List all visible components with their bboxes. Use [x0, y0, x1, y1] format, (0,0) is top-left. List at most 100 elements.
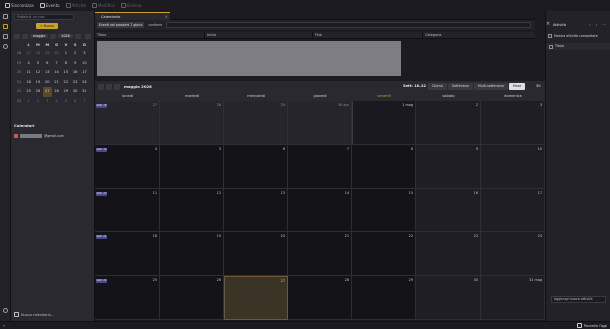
mini-day[interactable]: 27: [24, 49, 33, 59]
mini-day[interactable]: 3: [43, 97, 52, 107]
day-cell[interactable]: 23: [416, 232, 481, 277]
mini-day[interactable]: 30: [52, 49, 61, 59]
mini-day[interactable]: 19: [33, 78, 42, 88]
day-cell[interactable]: 31 mag: [481, 276, 545, 320]
toolbar-sincronizza-button[interactable]: Sincronizza: [5, 3, 34, 8]
day-cell[interactable]: 22: [352, 232, 416, 277]
day-cell[interactable]: 14: [288, 188, 352, 233]
day-cell[interactable]: 20: [224, 232, 288, 277]
mini-day[interactable]: 13: [43, 68, 52, 78]
mini-day[interactable]: 29: [61, 87, 70, 97]
day-cell[interactable]: 28: [160, 101, 224, 145]
filter-text-input[interactable]: [166, 22, 531, 28]
week-number-badge[interactable]: Sett. 18: [96, 104, 107, 108]
day-cell[interactable]: 13: [224, 188, 288, 233]
mini-day[interactable]: 22: [61, 78, 70, 88]
show-completed-checkbox[interactable]: Mostra attività completate: [548, 34, 598, 38]
view-multi-settimana-button[interactable]: Multi-settimana: [473, 83, 508, 90]
chat-icon[interactable]: [3, 44, 8, 49]
mini-day[interactable]: 20: [43, 78, 52, 88]
day-cell[interactable]: 27: [224, 276, 288, 320]
search-input[interactable]: Pubblicit. un non: [14, 14, 74, 20]
mini-month-select[interactable]: maggio: [30, 34, 49, 38]
mini-day[interactable]: 17: [80, 68, 89, 78]
mini-day[interactable]: 27: [42, 87, 52, 97]
add-task-input[interactable]: Aggiungi nuova attività: [551, 296, 606, 303]
mini-day[interactable]: 7: [80, 97, 89, 107]
today-button[interactable]: [106, 83, 112, 90]
address-book-icon[interactable]: [3, 34, 8, 39]
week-number-badge[interactable]: Sett. 22: [96, 279, 107, 284]
mini-day[interactable]: 30: [70, 87, 79, 97]
next-button[interactable]: [114, 83, 120, 90]
mini-year-select[interactable]: 2026: [58, 34, 73, 38]
mini-day[interactable]: 10: [80, 59, 89, 69]
calendar-color-checkbox[interactable]: [14, 133, 18, 138]
mail-icon[interactable]: [3, 14, 8, 19]
mini-day[interactable]: 2: [70, 49, 79, 59]
mini-day[interactable]: 23: [70, 78, 79, 88]
day-cell[interactable]: 28: [288, 276, 352, 320]
day-cell[interactable]: 29: [352, 276, 416, 320]
mini-day[interactable]: 1: [24, 97, 33, 107]
mini-day[interactable]: 4: [24, 59, 33, 69]
mini-day[interactable]: 26: [33, 87, 42, 97]
mini-day[interactable]: 14: [52, 68, 61, 78]
week-number-badge[interactable]: Sett. 21: [96, 235, 107, 240]
day-cell[interactable]: 17: [481, 188, 545, 233]
day-cell[interactable]: 8: [352, 144, 416, 189]
task-column-header[interactable]: Titolo: [546, 43, 610, 50]
column-category[interactable]: Categoria: [423, 32, 535, 39]
mini-day[interactable]: 28: [33, 49, 42, 59]
day-cell[interactable]: 24: [481, 232, 545, 277]
prev-button[interactable]: [98, 83, 104, 90]
mini-day[interactable]: 29: [43, 49, 52, 59]
mini-day[interactable]: 11: [24, 68, 33, 78]
mini-day[interactable]: 1: [61, 49, 70, 59]
calendar-icon[interactable]: [3, 24, 8, 29]
day-cell[interactable]: 16: [416, 188, 481, 233]
today-pane-toggle[interactable]: Pannello Oggi: [576, 323, 607, 328]
day-cell[interactable]: 9: [416, 144, 481, 189]
mini-day[interactable]: 6: [43, 59, 52, 69]
mini-day[interactable]: 15: [61, 68, 70, 78]
calendar-list-item[interactable]: @gmail.com: [14, 132, 92, 139]
day-cell[interactable]: 21: [288, 232, 352, 277]
mini-day[interactable]: 25: [24, 87, 33, 97]
collapse-icon[interactable]: «: [3, 323, 5, 328]
toolbar-attività-button[interactable]: Attività: [65, 3, 86, 8]
prev-month-button[interactable]: [14, 33, 20, 39]
mini-day[interactable]: 6: [70, 97, 79, 107]
week-number-badge[interactable]: Sett. 20: [96, 191, 107, 196]
mini-today-button[interactable]: [84, 33, 91, 39]
day-cell[interactable]: 3: [481, 101, 545, 145]
checkbox-icon[interactable]: [548, 34, 552, 38]
column-end[interactable]: Fine: [313, 32, 423, 39]
week-number-badge[interactable]: Sett. 19: [96, 147, 107, 152]
day-cell[interactable]: 1 mag: [352, 101, 416, 145]
settings-icon[interactable]: [3, 308, 8, 313]
mini-day[interactable]: 3: [80, 49, 89, 59]
view-giorno-button[interactable]: Giorno: [428, 83, 447, 90]
mini-day[interactable]: 9: [70, 59, 79, 69]
mini-day[interactable]: 7: [52, 59, 61, 69]
day-cell[interactable]: 2: [416, 101, 481, 145]
column-start[interactable]: Inizio: [205, 32, 313, 39]
day-cell[interactable]: 12: [160, 188, 224, 233]
mini-day[interactable]: 5: [33, 59, 42, 69]
task-pane-nav-icons[interactable]: ‹ › ⋯: [589, 23, 608, 27]
mini-day[interactable]: 8: [61, 59, 70, 69]
event-range-select[interactable]: Eventi nei prossimi 7 giorni: [97, 22, 145, 28]
mini-day[interactable]: 16: [70, 68, 79, 78]
prev-year-button[interactable]: [50, 33, 57, 39]
mini-day[interactable]: 18: [24, 78, 33, 88]
mini-day[interactable]: 24: [80, 78, 89, 88]
day-cell[interactable]: 26: [160, 276, 224, 320]
column-title[interactable]: Titolo: [95, 32, 205, 39]
day-cell[interactable]: 10: [481, 144, 545, 189]
toolbar-modifica-button[interactable]: Modifica: [92, 3, 115, 8]
mini-day[interactable]: 28: [52, 87, 61, 97]
mini-day[interactable]: 12: [33, 68, 42, 78]
day-cell[interactable]: 6: [224, 144, 288, 189]
close-pane-icon[interactable]: ×: [546, 21, 550, 27]
